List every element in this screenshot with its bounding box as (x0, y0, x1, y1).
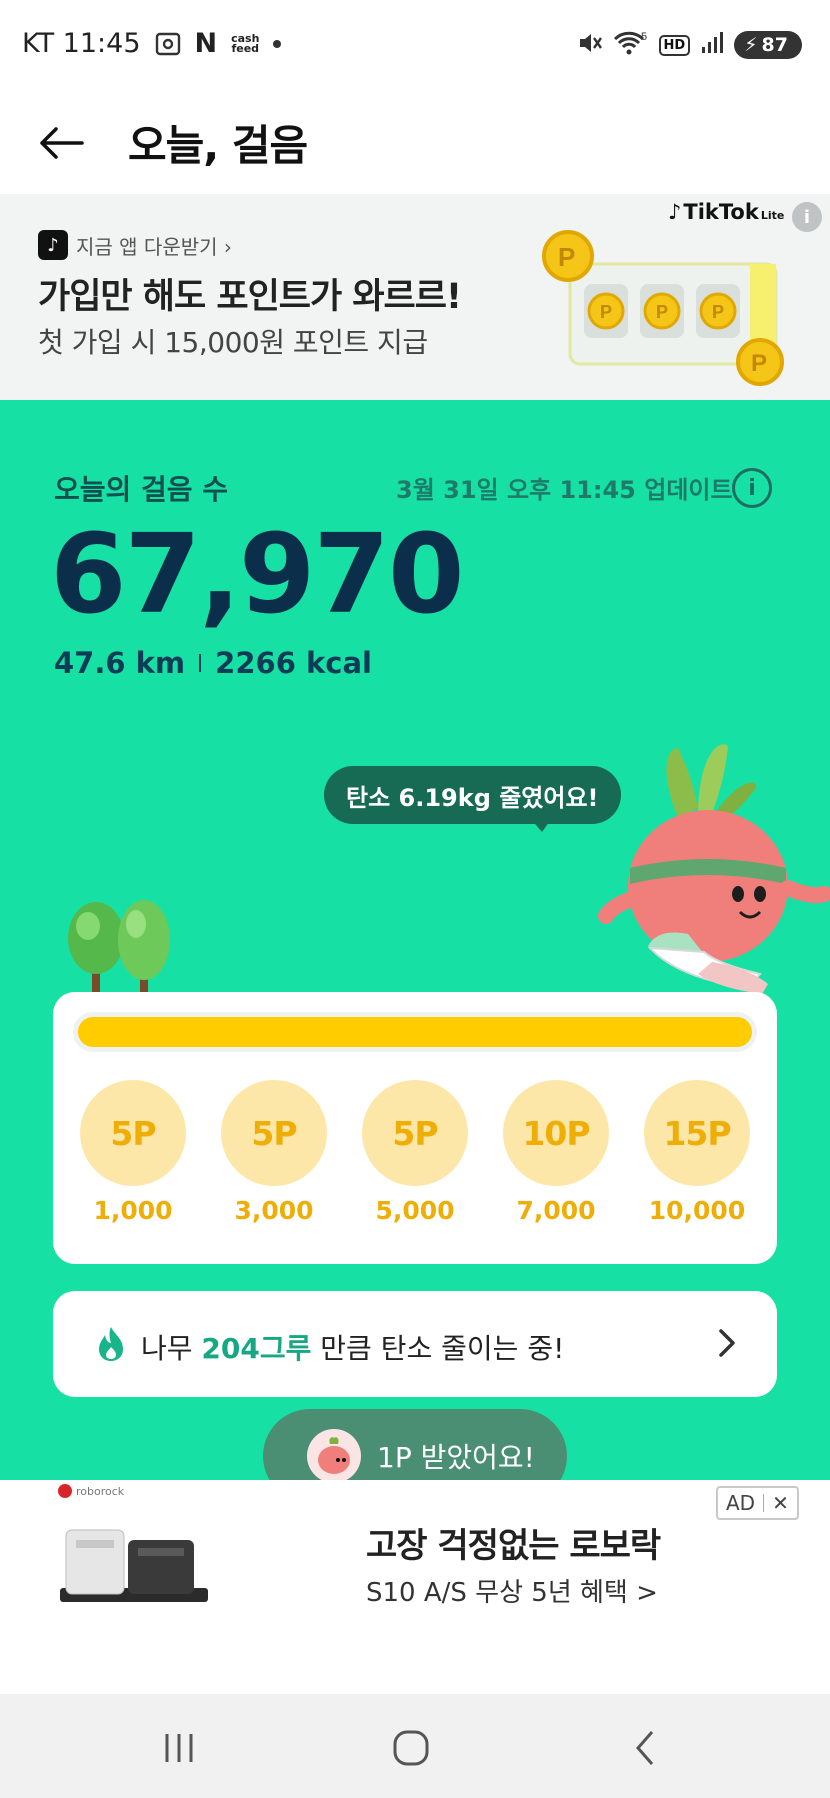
ad-title: 고장 걱정없는 로보락 (366, 1526, 661, 1566)
naver-icon: N (194, 28, 218, 59)
distance-calories: 47.6 km 2266 kcal (54, 646, 372, 680)
robot-vacuum-image (60, 1529, 208, 1602)
steps-progress-fill (78, 1017, 752, 1047)
cashfeed-icon: cash feed (231, 31, 260, 55)
toast-text: 1P 받았어요! (377, 1441, 535, 1474)
promo-download-link[interactable]: ♪ 지금 앱 다운받기 › (38, 230, 232, 260)
svg-text:P: P (600, 302, 612, 322)
svg-text:5: 5 (641, 31, 647, 43)
ad-label: AD (726, 1491, 756, 1515)
steps-section: 오늘의 걸음 수 3월 31일 오후 11:45 업데이트 i 67,970 4… (0, 400, 830, 1480)
reward-points: 5P (221, 1080, 327, 1186)
reward-points: 5P (362, 1080, 468, 1186)
status-bar: KT 11:45 N cash feed 5 HD ⚡ 87 (0, 0, 830, 94)
system-nav-bar (0, 1694, 830, 1798)
back-button[interactable] (36, 118, 86, 168)
reward-item[interactable]: 15P 10,000 (631, 1080, 763, 1225)
steps-progress-bar (73, 1012, 757, 1052)
coupon-coins-illustration: P P P P P (542, 230, 784, 386)
reward-points: 15P (644, 1080, 750, 1186)
rewards-card: 5P 1,000 5P 3,000 5P 5,000 10P 7,000 15P… (53, 992, 777, 1264)
update-time: 3월 31일 오후 11:45 업데이트 (396, 476, 733, 504)
calories: 2266 kcal (215, 646, 372, 680)
chevron-right-icon (719, 1329, 735, 1357)
nav-back-button[interactable] (620, 1728, 670, 1768)
tree-count: 204그루 (201, 1332, 312, 1365)
reward-item[interactable]: 5P 1,000 (67, 1080, 199, 1225)
tiktok-app-icon: ♪ (38, 230, 68, 260)
tree-carbon-card[interactable]: 나무 204그루 만큼 탄소 줄이는 중! (53, 1291, 777, 1397)
recent-apps-icon (165, 1734, 193, 1762)
step-count: 67,970 (50, 510, 464, 638)
mute-icon (577, 30, 603, 60)
ad-badge: AD ✕ (716, 1486, 799, 1520)
page-title: 오늘, 걸음 (128, 121, 308, 170)
tree-card-text: 나무 204그루 만큼 탄소 줄이는 중! (141, 1332, 565, 1365)
signal-icon (700, 31, 724, 59)
notification-dot-icon (273, 39, 282, 48)
carbon-speech-bubble: 탄소 6.19kg 줄였어요! (324, 766, 621, 824)
reward-steps: 3,000 (234, 1196, 314, 1225)
reward-steps: 10,000 (648, 1196, 746, 1225)
back-arrow-icon (40, 127, 84, 159)
promo-subtitle: 첫 가입 시 15,000원 포인트 지급 (38, 326, 428, 359)
reward-points: 10P (503, 1080, 609, 1186)
reward-steps: 5,000 (375, 1196, 455, 1225)
nav-back-icon (636, 1731, 654, 1765)
svg-text:P: P (558, 242, 575, 272)
svg-text:P: P (712, 302, 724, 322)
distance: 47.6 km (54, 646, 186, 680)
reward-item[interactable]: 5P 3,000 (208, 1080, 340, 1225)
carrier-time: KT 11:45 (22, 28, 141, 59)
svg-text:P: P (751, 350, 767, 377)
ad-banner[interactable]: roborock 고장 걱정없는 로보락 S10 A/S 무상 5년 혜택 > … (0, 1480, 830, 1696)
status-left: KT 11:45 N cash feed (22, 28, 282, 59)
charging-icon: ⚡ (744, 34, 758, 56)
radish-avatar-icon (307, 1429, 361, 1483)
app-header: 오늘, 걸음 (0, 94, 830, 194)
ad-subtitle: S10 A/S 무상 5년 혜택 > (366, 1578, 658, 1608)
battery-indicator: ⚡ 87 (734, 31, 802, 59)
reward-points: 5P (80, 1080, 186, 1186)
reward-steps: 1,000 (93, 1196, 173, 1225)
reward-list: 5P 1,000 5P 3,000 5P 5,000 10P 7,000 15P… (67, 1080, 763, 1225)
reward-item[interactable]: 5P 5,000 (349, 1080, 481, 1225)
roborock-logo: roborock (58, 1484, 124, 1498)
steps-info-icon[interactable]: i (732, 468, 772, 508)
recent-apps-button[interactable] (154, 1728, 204, 1768)
reward-steps: 7,000 (516, 1196, 596, 1225)
home-icon (393, 1730, 429, 1766)
status-right: 5 HD ⚡ 87 (577, 30, 802, 60)
hd-icon: HD (658, 34, 691, 56)
promo-banner[interactable]: ♪ 지금 앱 다운받기 › 가입만 해도 포인트가 와르르! 첫 가입 시 15… (0, 194, 830, 400)
radish-mascot-illustration (598, 744, 830, 994)
stat-divider (199, 654, 202, 672)
steps-label: 오늘의 걸음 수 (54, 473, 229, 506)
screenshot-icon (155, 32, 181, 56)
wifi-icon: 5 (613, 30, 649, 60)
svg-text:P: P (656, 302, 668, 322)
tiktok-lite-logo: ♪ TikTok Lite (668, 200, 785, 224)
promo-title: 가입만 해도 포인트가 와르르! (38, 277, 462, 317)
ad-info-icon[interactable]: i (792, 202, 822, 232)
fire-icon (99, 1327, 123, 1361)
home-button[interactable] (386, 1728, 436, 1768)
reward-item[interactable]: 10P 7,000 (490, 1080, 622, 1225)
speech-bubble-tail (530, 818, 552, 832)
ad-close-icon[interactable]: ✕ (772, 1491, 789, 1515)
